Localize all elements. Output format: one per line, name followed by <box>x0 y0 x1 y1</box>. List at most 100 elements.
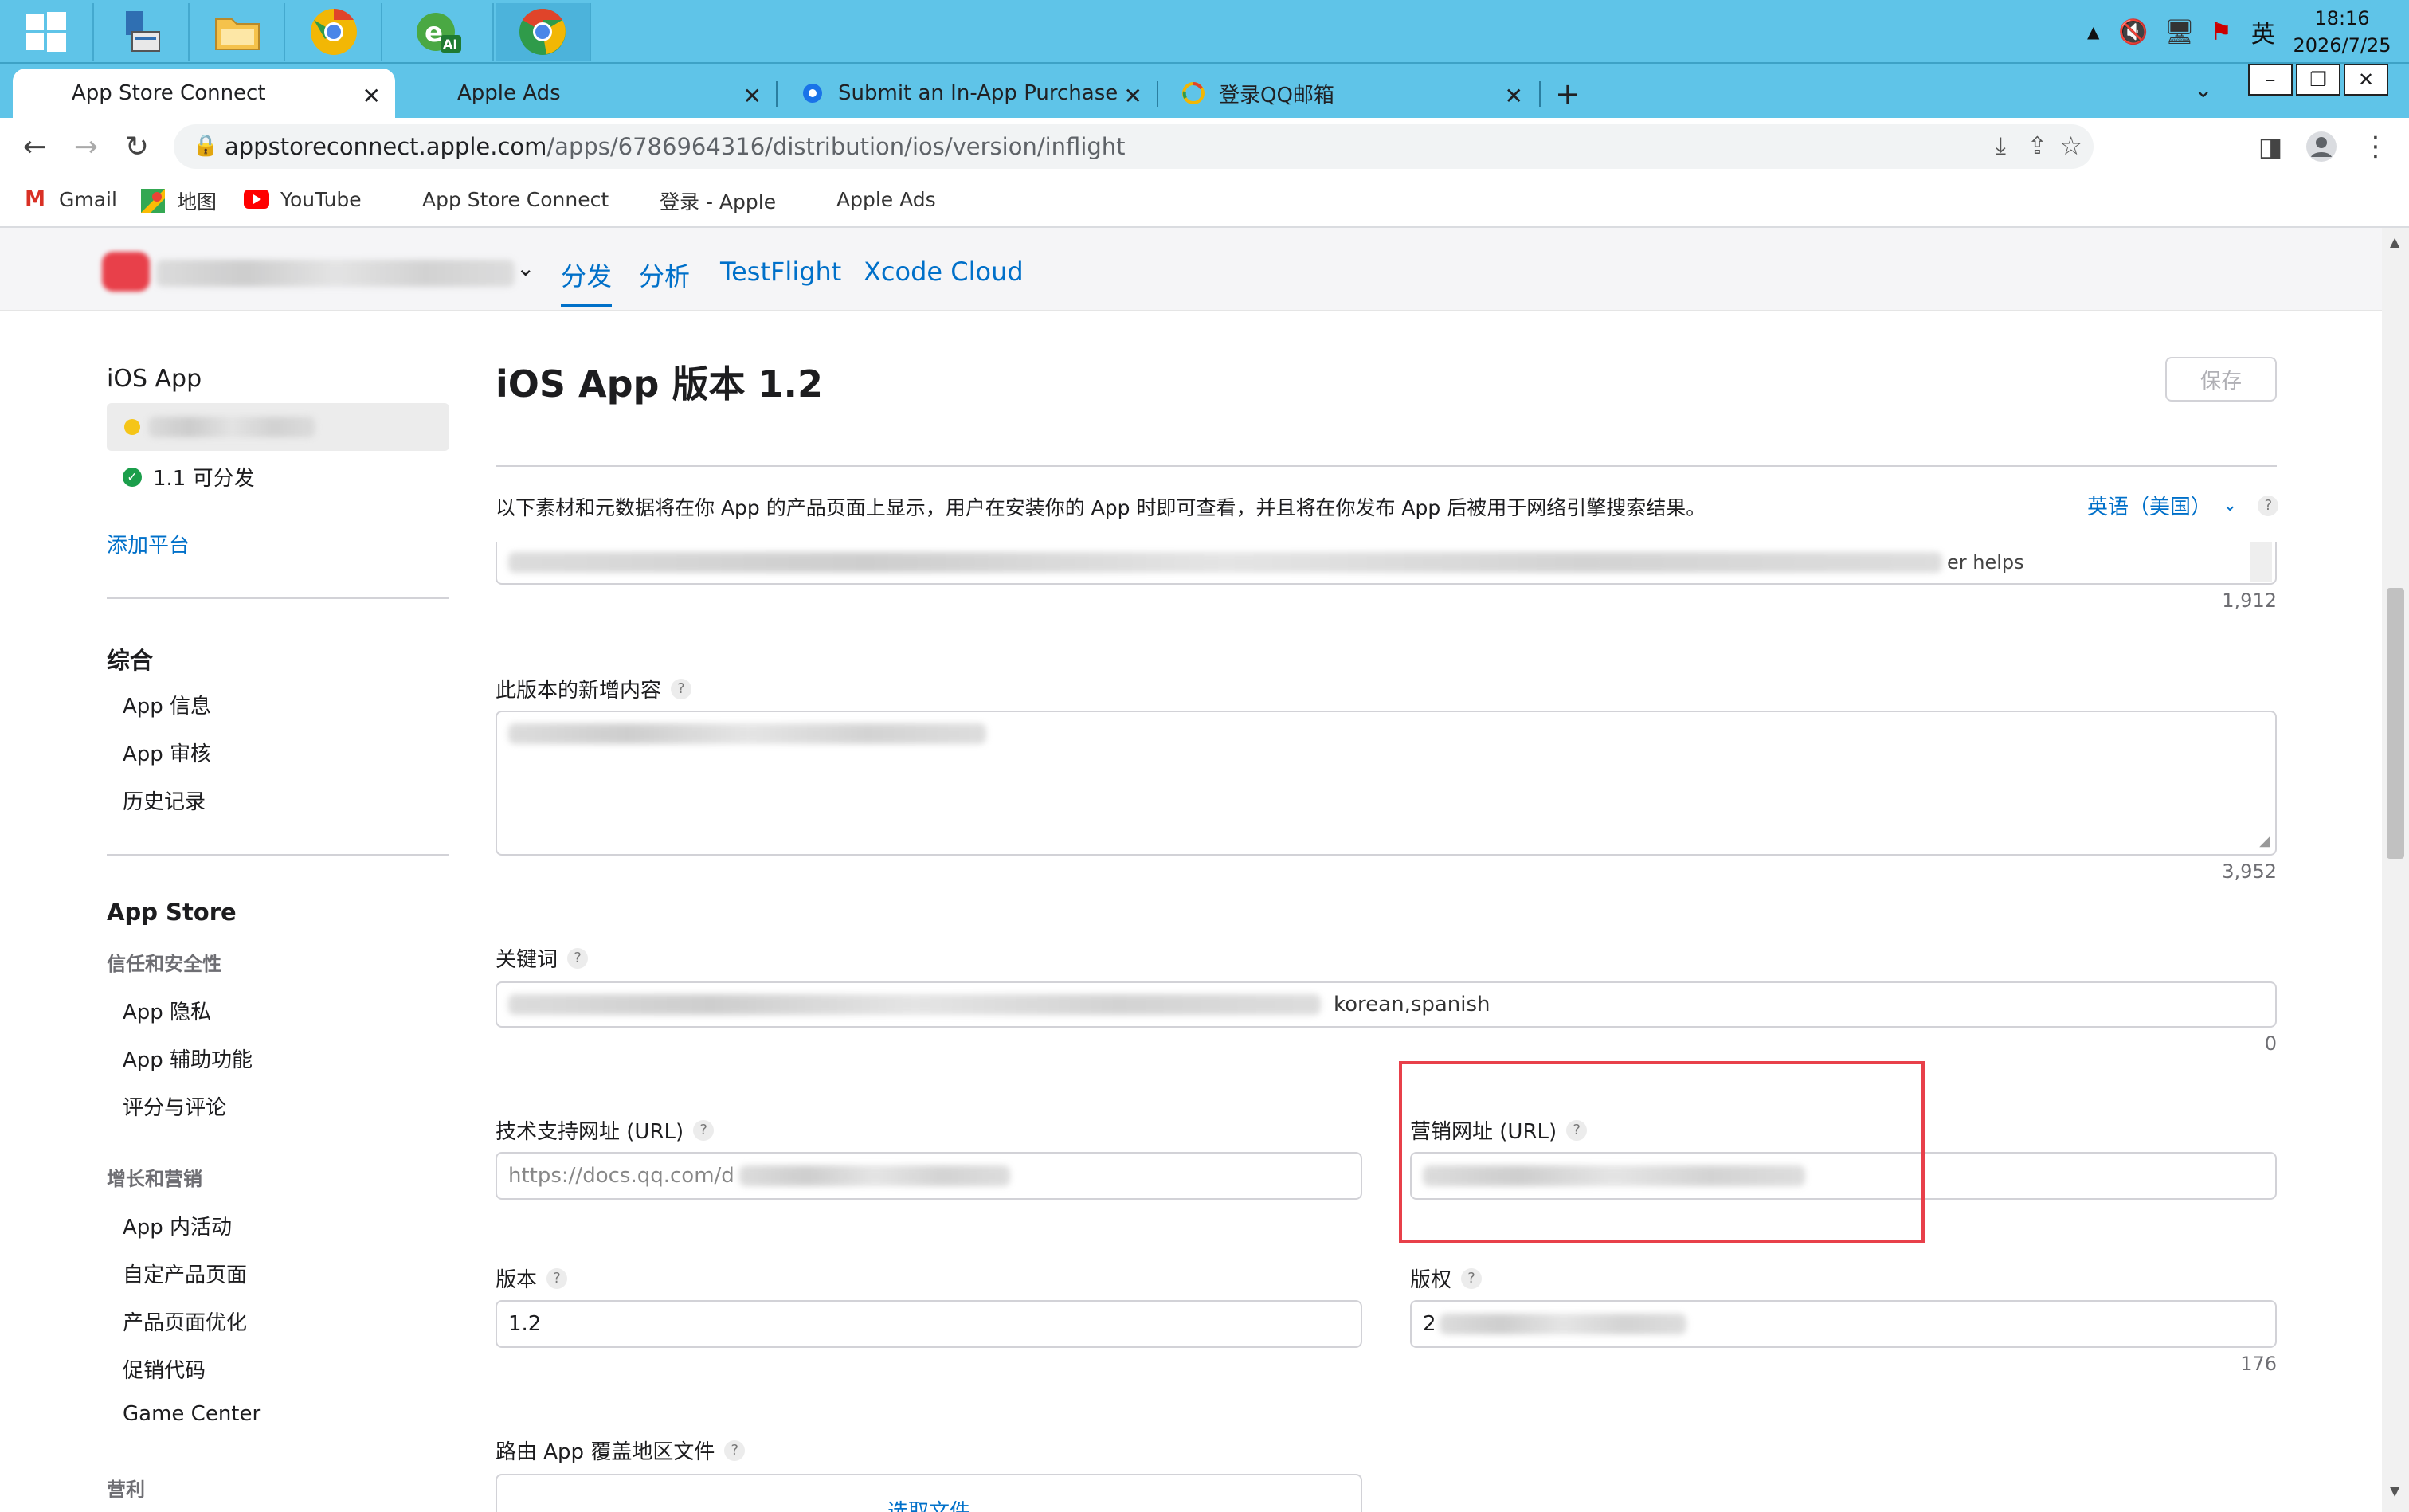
add-platform-link[interactable]: 添加平台 <box>107 529 190 558</box>
close-tab-icon[interactable]: ✕ <box>1505 83 1523 109</box>
bookmark-apple-ads[interactable]: Apple Ads <box>800 186 936 212</box>
share-icon[interactable]: ⇪ <box>2027 132 2047 160</box>
locale-selector[interactable]: 英语（美国） ⌄ ? <box>2087 491 2279 520</box>
network-icon[interactable]: 🖥 <box>2164 18 2195 46</box>
bookmark-app-store-connect[interactable]: App Store Connect <box>386 186 609 212</box>
keywords-label: 关键词? <box>496 943 589 973</box>
sidebar-item-promo-codes[interactable]: 促销代码 <box>123 1354 206 1384</box>
profile-avatar-icon[interactable] <box>2302 127 2340 166</box>
svg-text:AI: AI <box>443 37 457 52</box>
apple-dev-icon <box>801 82 824 104</box>
save-button[interactable]: 保存 <box>2165 357 2277 402</box>
bookmark-maps[interactable]: 地图 <box>140 186 217 215</box>
help-icon[interactable]: ? <box>671 678 692 699</box>
description-char-count: 1,912 <box>2222 590 2277 612</box>
sidebar-ready-version[interactable]: ✓ 1.1 可分发 <box>123 462 255 492</box>
help-icon[interactable]: ? <box>567 947 589 969</box>
sidebar-item-app-review[interactable]: App 审核 <box>123 738 211 767</box>
system-tray: ▲ 🔇 🖥 ⚑ 英 <box>2087 0 2299 64</box>
description-textarea[interactable]: er helps <box>496 542 2277 585</box>
whats-new-label: 此版本的新增内容? <box>496 674 692 703</box>
ie-ai-icon[interactable]: e AI <box>382 3 494 61</box>
ime-indicator[interactable]: 英 <box>2251 14 2275 49</box>
chrome-canary-icon[interactable] <box>287 3 382 61</box>
nav-tab-analytics[interactable]: 分析 <box>639 257 690 293</box>
tab-divider <box>1539 81 1541 107</box>
back-arrow-icon[interactable]: ← <box>16 127 54 166</box>
close-tab-icon[interactable]: ✕ <box>743 83 762 109</box>
sidebar-item-accessibility[interactable]: App 辅助功能 <box>123 1044 253 1073</box>
close-window-button[interactable]: ✕ <box>2344 64 2388 96</box>
help-icon[interactable]: ? <box>693 1119 715 1141</box>
flag-alert-icon[interactable]: ⚑ <box>2211 18 2232 46</box>
lock-icon[interactable]: 🔒 <box>193 134 218 158</box>
sidebar-item-in-app-events[interactable]: App 内活动 <box>123 1211 232 1240</box>
sidebar-item-app-info[interactable]: App 信息 <box>123 690 211 719</box>
sidebar-item-ratings[interactable]: 评分与评论 <box>123 1091 226 1121</box>
chrome-icon[interactable] <box>496 3 591 61</box>
file-manager-icon[interactable] <box>96 3 190 61</box>
help-icon[interactable]: ? <box>1461 1267 1483 1289</box>
scroll-down-arrow-icon[interactable]: ▼ <box>2390 1483 2399 1498</box>
close-tab-icon[interactable]: ✕ <box>1124 83 1142 109</box>
sidebar-monetize-title: 营利 <box>107 1479 145 1501</box>
scroll-up-arrow-icon[interactable]: ▲ <box>2390 234 2399 249</box>
minimize-button[interactable]: – <box>2248 64 2293 96</box>
close-tab-icon[interactable]: ✕ <box>362 83 381 109</box>
bookmark-star-icon[interactable]: ☆ <box>2059 131 2082 161</box>
nav-tab-distribution[interactable]: 分发 <box>561 257 612 293</box>
support-url-input[interactable]: https://docs.qq.com/d <box>496 1152 1362 1200</box>
resize-handle-icon[interactable]: ◢ <box>2259 832 2270 849</box>
tab-search-chevron-icon[interactable]: ⌄ <box>2194 76 2212 103</box>
windows-start-icon[interactable] <box>0 3 94 61</box>
install-app-icon[interactable]: ⤓ <box>1996 132 2006 160</box>
bookmark-apple-login[interactable]: 登录 - Apple <box>623 186 776 215</box>
copyright-input[interactable]: 2 <box>1410 1300 2277 1348</box>
tab-app-store-connect[interactable]: App Store Connect ✕ <box>13 69 395 118</box>
tab-title: Submit an In-App Purchase - <box>838 81 1125 105</box>
app-name-redacted[interactable] <box>156 260 515 287</box>
description-visible-tail: er helps <box>1947 551 2024 574</box>
whats-new-textarea[interactable]: ◢ <box>496 711 2277 856</box>
app-switcher-chevron-icon[interactable]: ⌄ <box>516 255 535 281</box>
highlight-box <box>1399 1061 1925 1243</box>
resize-handle-icon[interactable] <box>2250 542 2272 582</box>
sidebar-item-app-privacy[interactable]: App 隐私 <box>123 996 211 1025</box>
field-label: 版本 <box>496 1268 538 1292</box>
side-panel-icon[interactable]: ◨ <box>2251 127 2290 166</box>
taskbar-clock[interactable]: 18:16 2026/7/25 <box>2286 5 2398 59</box>
help-icon[interactable]: ? <box>2258 495 2279 516</box>
sidebar-item-page-optimization[interactable]: 产品页面优化 <box>123 1306 247 1336</box>
address-bar[interactable]: 🔒 appstoreconnect.apple.com/apps/6786964… <box>174 124 2094 169</box>
field-label: 关键词 <box>496 948 558 972</box>
help-icon[interactable]: ? <box>546 1267 568 1289</box>
more-menu-icon[interactable]: ⋮ <box>2356 127 2395 166</box>
volume-muted-icon[interactable]: 🔇 <box>2118 18 2148 46</box>
tab-apple-ads[interactable]: Apple Ads ✕ <box>398 69 776 118</box>
help-icon[interactable]: ? <box>724 1440 746 1461</box>
version-label: 版本? <box>496 1263 568 1293</box>
sidebar-item-game-center[interactable]: Game Center <box>123 1402 260 1426</box>
sidebar-current-version[interactable] <box>107 403 449 451</box>
folder-icon[interactable] <box>191 3 285 61</box>
nav-tab-testflight[interactable]: TestFlight <box>720 257 841 287</box>
tray-expand-icon[interactable]: ▲ <box>2087 22 2099 41</box>
sidebar-item-history[interactable]: 历史记录 <box>123 785 206 815</box>
forward-arrow-icon[interactable]: → <box>67 127 105 166</box>
tab-submit-iap[interactable]: Submit an In-App Purchase - ✕ <box>779 69 1157 118</box>
version-input[interactable]: 1.2 <box>496 1300 1362 1348</box>
nav-tab-xcode-cloud[interactable]: Xcode Cloud <box>864 257 1024 287</box>
bookmark-youtube[interactable]: YouTube <box>244 186 362 212</box>
new-tab-button[interactable]: + <box>1555 76 1581 112</box>
page-scrollbar[interactable]: ▲ ▼ <box>2382 228 2409 1512</box>
reload-icon[interactable]: ↻ <box>118 127 156 166</box>
description-redacted <box>508 552 1942 573</box>
restore-button[interactable]: ❐ <box>2296 64 2340 96</box>
tab-qq-mail[interactable]: 登录QQ邮箱 ✕ <box>1160 69 1537 118</box>
keywords-input[interactable]: korean,spanish <box>496 981 2277 1028</box>
choose-file-button[interactable]: 选取文件 <box>496 1474 1362 1512</box>
scrollbar-thumb[interactable] <box>2387 588 2404 859</box>
bookmark-gmail[interactable]: M Gmail <box>22 186 117 212</box>
sidebar-item-custom-pages[interactable]: 自定产品页面 <box>123 1259 247 1288</box>
app-icon[interactable] <box>102 252 150 292</box>
